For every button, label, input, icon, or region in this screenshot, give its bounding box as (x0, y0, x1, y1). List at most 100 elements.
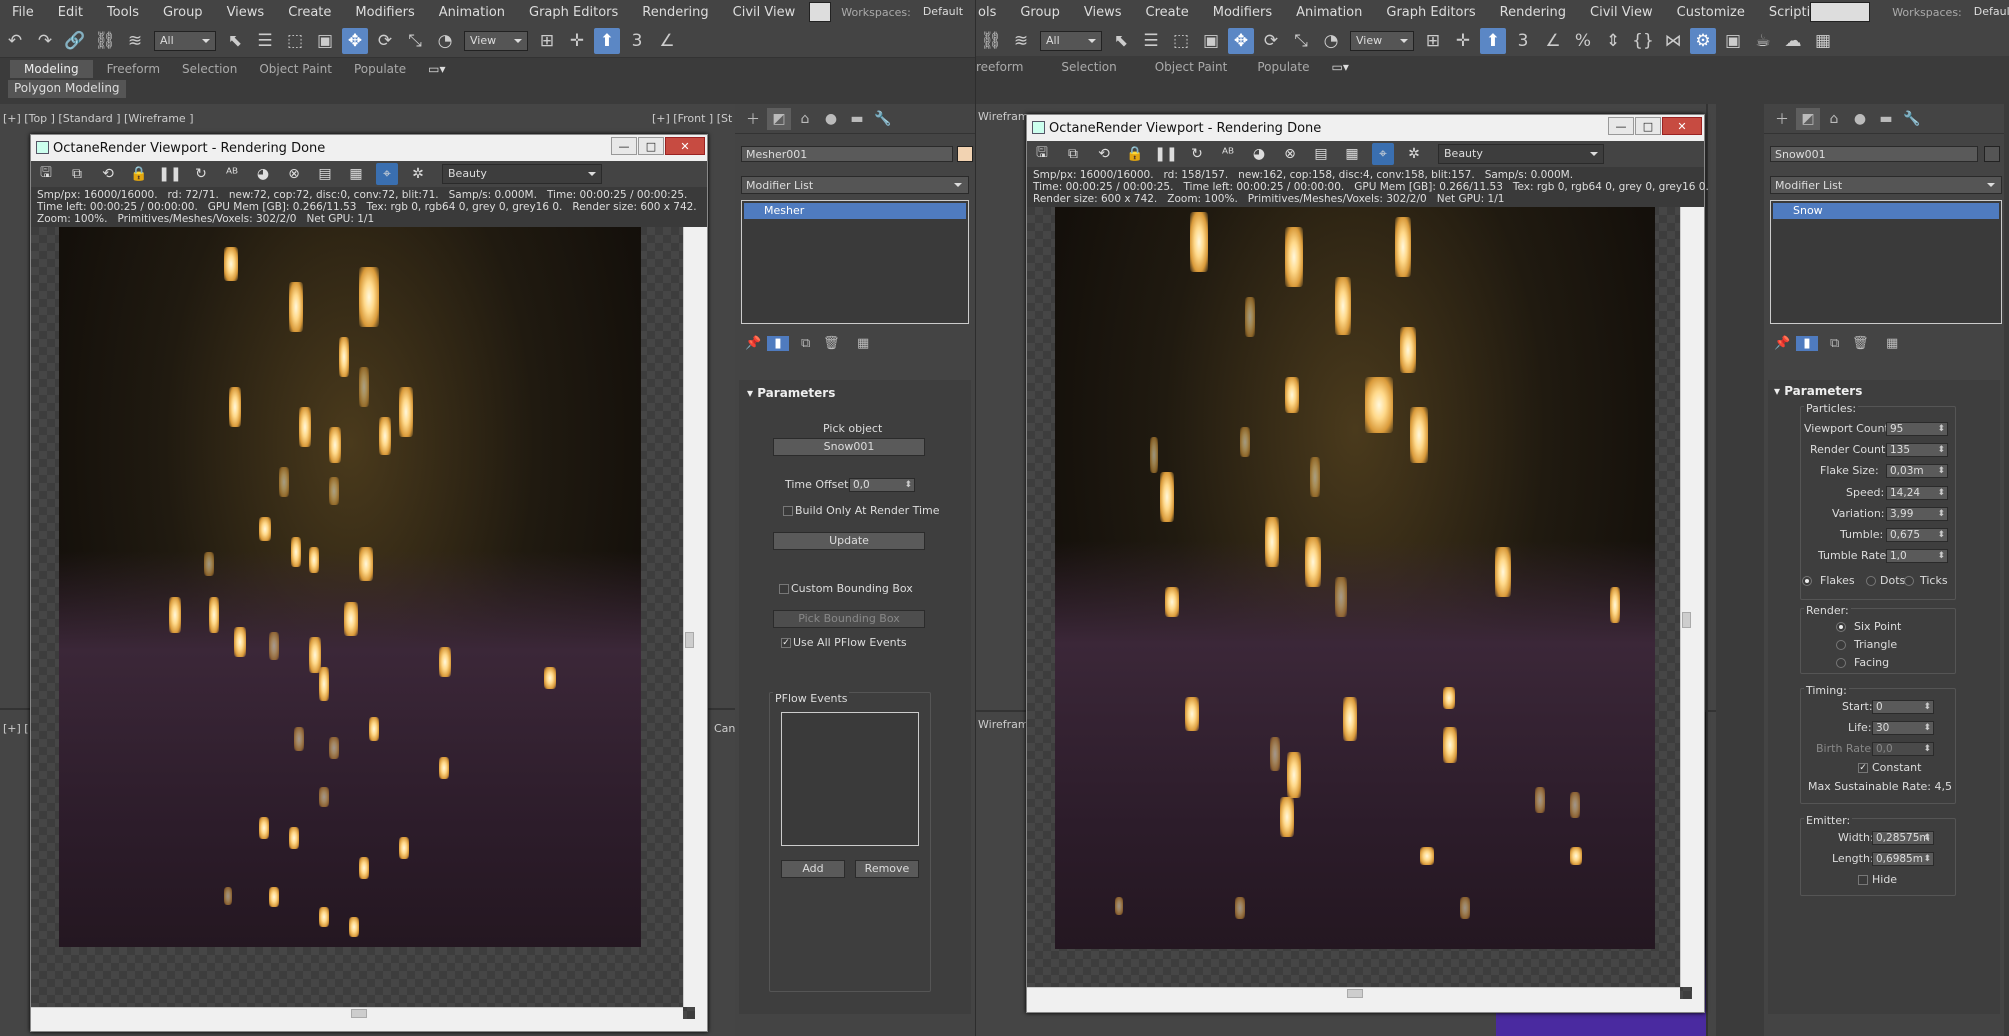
rollout-header-parameters[interactable]: ▾ Parameters (747, 386, 835, 400)
configure-sets-icon[interactable]: ▦ (1886, 336, 1908, 351)
undo-icon[interactable]: ↶ (2, 28, 28, 54)
vfb-titlebar[interactable]: OctaneRender Viewport - Rendering Done —… (1027, 115, 1704, 141)
reference-coord-dropdown[interactable]: View (464, 30, 528, 51)
stack-item-mesher[interactable]: Mesher (744, 203, 966, 219)
menu-file[interactable]: File (0, 5, 46, 20)
menu-tools[interactable]: Tools (95, 5, 151, 20)
tab-populate[interactable]: Populate (354, 62, 428, 76)
select-object-icon[interactable]: ⬉ (1108, 28, 1134, 54)
vfb-canvas[interactable] (31, 227, 695, 1019)
bind-space-warp-icon[interactable]: ≋ (122, 28, 148, 54)
menu-civil-view[interactable]: Civil View (721, 5, 808, 20)
flakes-radio[interactable] (1802, 576, 1812, 586)
modify-tab-icon[interactable]: ◩ (767, 107, 791, 130)
time-offset-spinner[interactable]: 0,0 (849, 478, 915, 492)
triangle-radio[interactable] (1836, 640, 1846, 650)
percent-snap-icon[interactable]: % (1570, 28, 1596, 54)
render-count-spinner[interactable]: 135 (1886, 443, 1948, 457)
menu-create[interactable]: Create (1134, 5, 1201, 20)
scale-icon[interactable]: ⤡ (402, 28, 428, 54)
vfb-vertical-scrollbar[interactable] (683, 227, 695, 1007)
clay-mode-icon[interactable]: ▦ (1341, 143, 1363, 165)
custom-bbox-checkbox[interactable] (779, 584, 789, 594)
restart-icon[interactable]: ↻ (1186, 143, 1208, 165)
rect-select-icon[interactable]: ⬚ (1168, 28, 1194, 54)
six-point-radio[interactable] (1836, 622, 1846, 632)
make-unique-icon[interactable]: ⧉ (801, 336, 823, 351)
pick-object-button[interactable]: Snow001 (773, 438, 925, 456)
selection-filter-dropdown[interactable]: All (154, 30, 216, 51)
object-name-field[interactable]: Mesher001 (741, 146, 953, 162)
close-icon[interactable]: ✕ (665, 137, 705, 155)
pause-icon[interactable]: ❚❚ (158, 163, 181, 185)
facing-radio[interactable] (1836, 658, 1846, 668)
ribbon-options-icon[interactable]: ▭▾ (428, 62, 467, 76)
menu-modifiers[interactable]: Modifiers (1201, 5, 1284, 20)
copy-image-icon[interactable]: ⧉ (1062, 143, 1084, 165)
display-tab-icon[interactable]: ▬ (845, 108, 869, 130)
render-pass-dropdown[interactable]: Beauty (1438, 144, 1604, 164)
window-crossing-icon[interactable]: ▣ (1198, 28, 1224, 54)
copy-image-icon[interactable]: ⧉ (66, 163, 88, 185)
menu-overflow-dropdown[interactable] (809, 2, 832, 22)
rotate-icon[interactable]: ⟳ (1258, 28, 1284, 54)
keyboard-shortcut-override-icon[interactable]: ⬆ (594, 27, 620, 54)
utilities-tab-icon[interactable]: 🔧 (871, 108, 895, 130)
viewport-label-can[interactable]: Can (714, 722, 735, 735)
use-all-pflow-checkbox[interactable]: ✓ (781, 638, 791, 648)
render-setup-icon[interactable]: ⚙ (1690, 27, 1716, 54)
pivot-icon[interactable]: ⊞ (534, 28, 560, 54)
rollout-header-parameters[interactable]: ▾ Parameters (1774, 384, 1862, 398)
life-spinner[interactable]: 30 (1872, 721, 1934, 735)
render-in-cloud-icon[interactable]: ▦ (1810, 28, 1836, 54)
constant-checkbox[interactable]: ✓ (1858, 763, 1868, 773)
angle-snap-icon[interactable]: ∠ (1540, 28, 1566, 54)
display-tab-icon[interactable]: ▬ (1874, 108, 1898, 130)
menu-civil-view[interactable]: Civil View (1578, 5, 1665, 20)
utilities-tab-icon[interactable]: 🔧 (1900, 108, 1924, 130)
restart-icon[interactable]: ↻ (190, 163, 212, 185)
unlink-icon[interactable]: ⛓ (92, 28, 118, 54)
menu-create[interactable]: Create (276, 5, 343, 20)
object-name-field[interactable]: Snow001 (1770, 146, 1978, 162)
menu-rendering[interactable]: Rendering (630, 5, 720, 20)
move-icon[interactable]: ✥ (1228, 27, 1254, 54)
show-end-result-icon[interactable]: ▮ (767, 336, 789, 351)
stack-item-snow[interactable]: Snow (1773, 203, 1999, 219)
vfb-vertical-scrollbar[interactable] (1680, 207, 1692, 987)
menu-scripting[interactable]: Scripti (1757, 5, 1810, 20)
tumble-spinner[interactable]: 0,675 (1886, 528, 1948, 542)
tab-selection[interactable]: Selection (182, 62, 259, 76)
tab-freeform[interactable]: reeform (976, 60, 1045, 74)
variation-spinner[interactable]: 3,99 (1886, 507, 1948, 521)
mirror-icon[interactable]: ⋈ (1660, 28, 1686, 54)
vfb-horizontal-scrollbar[interactable] (31, 1007, 683, 1019)
maximize-icon[interactable]: □ (638, 137, 664, 155)
pause-icon[interactable]: ❚❚ (1154, 143, 1177, 165)
flake-size-spinner[interactable]: 0,03m (1886, 464, 1948, 478)
hierarchy-tab-icon[interactable]: ⌂ (793, 108, 817, 130)
menu-views[interactable]: Views (1072, 5, 1134, 20)
clay-mode-icon[interactable]: ▦ (345, 163, 367, 185)
unlink-icon[interactable]: ⛓ (978, 28, 1004, 54)
select-manipulate-icon[interactable]: ✛ (564, 28, 590, 54)
menu-edit[interactable]: Edit (46, 5, 95, 20)
place-icon[interactable]: ◔ (432, 28, 458, 54)
ab-compare-icon[interactable]: ᴬᴮ (1217, 143, 1239, 165)
width-spinner[interactable]: 0,28575m (1872, 831, 1934, 845)
menu-tools[interactable]: ols (976, 5, 1008, 20)
close-icon[interactable]: ✕ (1662, 117, 1702, 135)
focus-picker-icon[interactable]: ⌖ (1372, 143, 1394, 165)
vfb-titlebar[interactable]: OctaneRender Viewport - Rendering Done —… (31, 135, 707, 161)
place-icon[interactable]: ◔ (1318, 28, 1344, 54)
tab-object-paint[interactable]: Object Paint (259, 62, 354, 76)
build-only-checkbox[interactable] (783, 506, 793, 516)
link-icon[interactable]: 🔗 (62, 28, 88, 54)
tab-object-paint[interactable]: Object Paint (1139, 60, 1250, 74)
birth-rate-spinner[interactable]: 0,0 (1872, 742, 1934, 756)
menu-customize[interactable]: Customize (1665, 5, 1757, 20)
menu-graph-editors[interactable]: Graph Editors (1374, 5, 1487, 20)
redo-icon[interactable]: ↷ (32, 28, 58, 54)
select-manipulate-icon[interactable]: ✛ (1450, 28, 1476, 54)
viewport-label-front[interactable]: [+] [Front ] [St (652, 112, 732, 125)
